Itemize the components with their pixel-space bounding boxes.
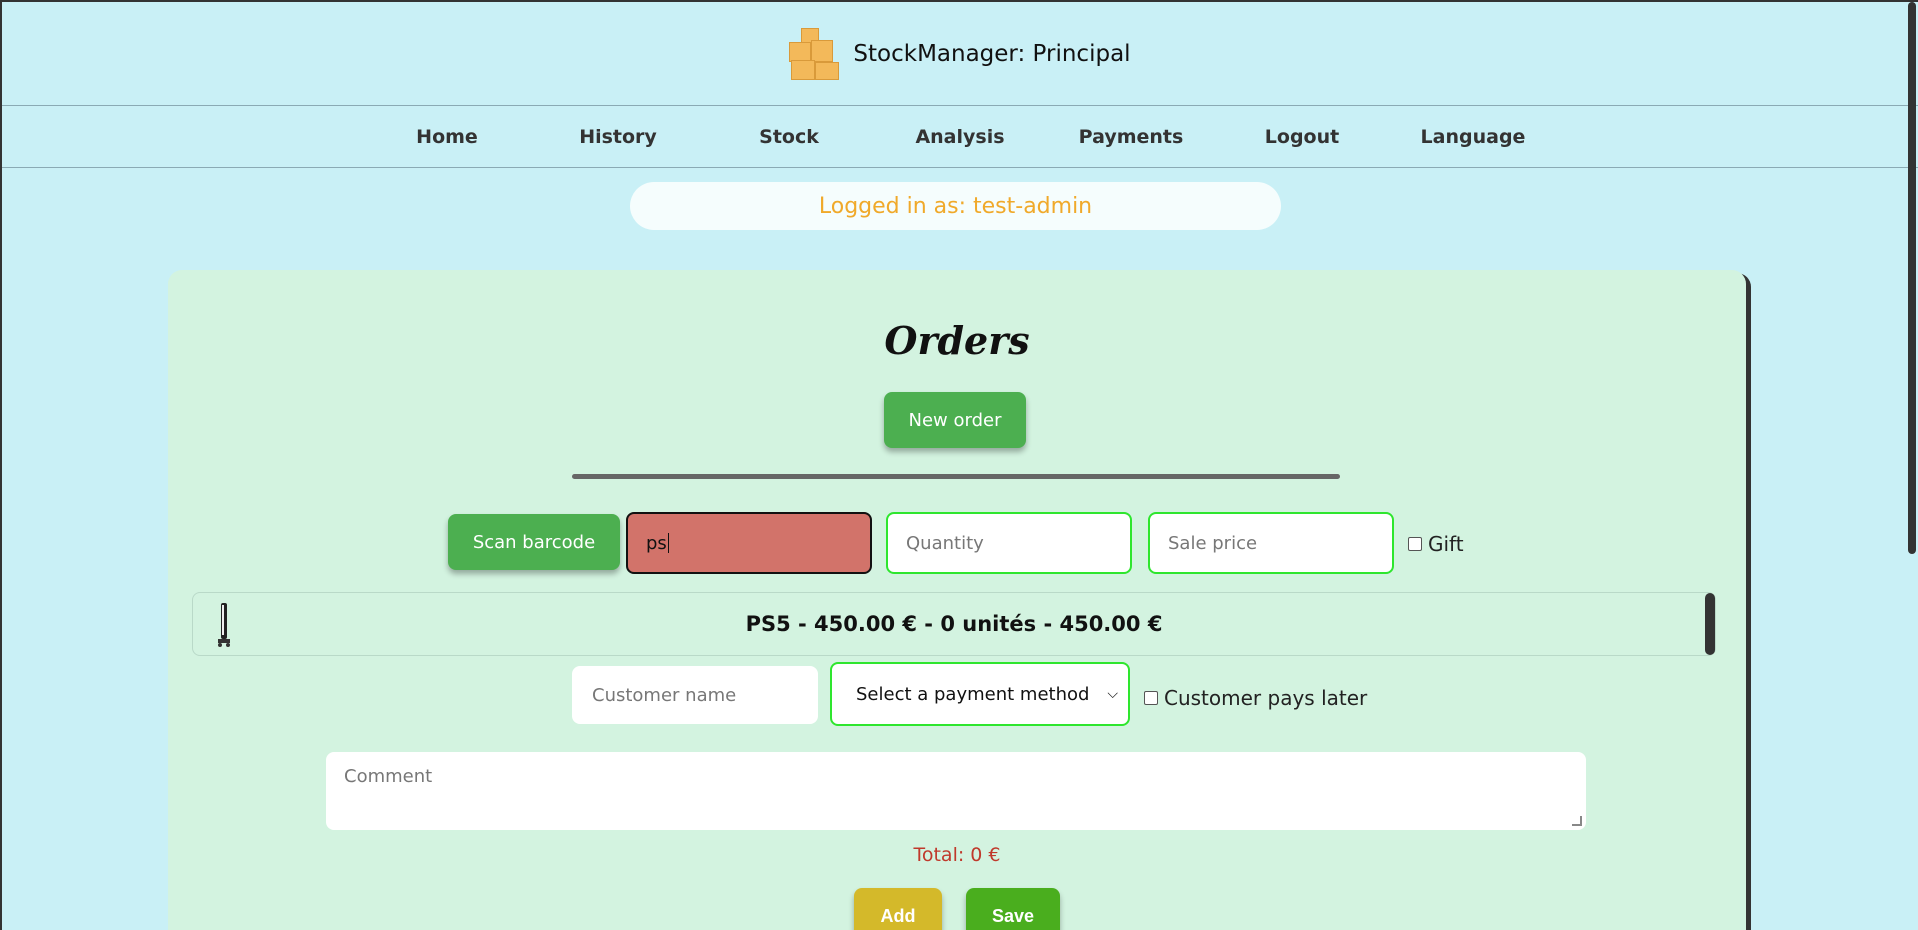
comment-textarea[interactable]: Comment <box>326 752 1586 830</box>
main-nav: Home History Stock Analysis Payments Log… <box>2 106 1918 168</box>
gift-checkbox-box[interactable] <box>1408 537 1422 551</box>
nav-history[interactable]: History <box>533 126 704 148</box>
nav-logout[interactable]: Logout <box>1217 126 1388 148</box>
resize-grip-icon[interactable] <box>1572 816 1582 826</box>
orders-card: Orders New order Scan barcode ps Quantit… <box>168 270 1746 930</box>
app-header: StockManager: Principal <box>2 2 1918 106</box>
gift-label: Gift <box>1428 532 1464 556</box>
add-button[interactable]: Add <box>854 888 942 930</box>
customer-name-input[interactable]: Customer name <box>572 666 818 724</box>
nav-payments[interactable]: Payments <box>1046 126 1217 148</box>
window-scrollbar-thumb[interactable] <box>1908 2 1916 554</box>
ps5-icon <box>218 603 230 647</box>
pays-later-checkbox-box[interactable] <box>1144 691 1158 705</box>
nav-language[interactable]: Language <box>1388 126 1559 148</box>
quantity-input[interactable]: Quantity <box>886 512 1132 574</box>
nav-stock[interactable]: Stock <box>704 126 875 148</box>
sale-price-input[interactable]: Sale price <box>1148 512 1394 574</box>
chevron-down-icon: ⌵ <box>1107 686 1118 702</box>
payment-method-value: Select a payment method <box>856 683 1090 705</box>
divider <box>572 474 1340 479</box>
comment-placeholder: Comment <box>344 766 433 787</box>
result-scrollbar[interactable] <box>1705 593 1715 655</box>
page-title: Orders <box>884 318 1030 363</box>
product-result-item[interactable]: PS5 - 450.00 € - 0 unités - 450.00 € <box>192 592 1716 656</box>
new-order-button[interactable]: New order <box>884 392 1026 448</box>
pays-later-label: Customer pays later <box>1164 686 1368 710</box>
window-scrollbar[interactable] <box>1906 2 1918 930</box>
product-search-value: ps <box>646 532 667 554</box>
logged-in-badge: Logged in as: test-admin <box>630 182 1281 230</box>
save-button[interactable]: Save <box>966 888 1060 930</box>
scan-barcode-button[interactable]: Scan barcode <box>448 514 620 570</box>
payment-method-select[interactable]: Select a payment method ⌵ <box>830 662 1130 726</box>
gift-checkbox[interactable]: Gift <box>1408 532 1464 556</box>
order-total: Total: 0 € <box>913 844 1001 866</box>
boxes-icon <box>789 27 841 80</box>
customer-pays-later-checkbox[interactable]: Customer pays later <box>1144 686 1367 710</box>
product-result-label: PS5 - 450.00 € - 0 unités - 450.00 € <box>745 612 1163 636</box>
app-title: StockManager: Principal <box>853 40 1131 67</box>
nav-analysis[interactable]: Analysis <box>875 126 1046 148</box>
nav-home[interactable]: Home <box>362 126 533 148</box>
product-search-input[interactable]: ps <box>626 512 872 574</box>
